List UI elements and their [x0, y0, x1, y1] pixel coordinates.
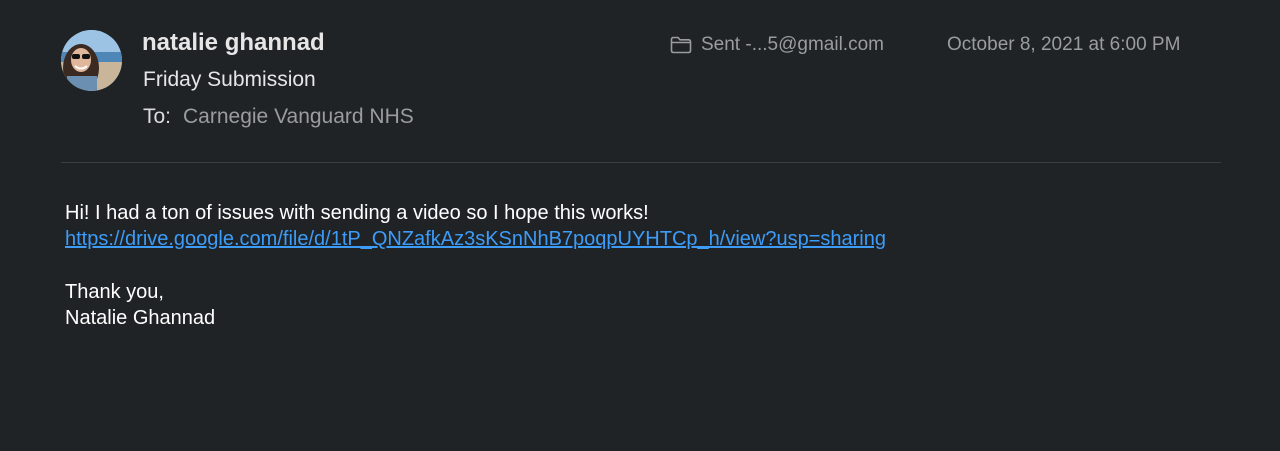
avatar-photo — [61, 30, 122, 91]
signature: Natalie Ghannad — [65, 307, 216, 329]
closing-line: Thank you, — [65, 281, 164, 303]
email-viewer: natalie ghannad Friday Submission To: Car… — [0, 0, 1280, 451]
folder-icon — [670, 36, 692, 54]
avatar[interactable] — [61, 30, 122, 91]
sender-name[interactable]: natalie ghannad — [142, 29, 325, 57]
drive-link[interactable]: https://drive.google.com/file/d/1tP_QNZa… — [65, 228, 886, 250]
subject-line: Friday Submission — [143, 68, 316, 91]
message-line: Hi! I had a ton of issues with sending a… — [65, 202, 649, 224]
header-divider — [61, 162, 1221, 163]
to-label: To: — [143, 105, 172, 128]
mailbox-label: Sent -...5@gmail.com — [701, 34, 884, 55]
mailbox-location[interactable]: Sent -...5@gmail.com — [670, 34, 884, 56]
message-body: Hi! I had a ton of issues with sending a… — [65, 200, 1215, 331]
recipient-row: To: Carnegie Vanguard NHS — [143, 105, 414, 129]
recipient-name[interactable]: Carnegie Vanguard NHS — [183, 105, 414, 128]
sent-date: October 8, 2021 at 6:00 PM — [947, 34, 1181, 55]
